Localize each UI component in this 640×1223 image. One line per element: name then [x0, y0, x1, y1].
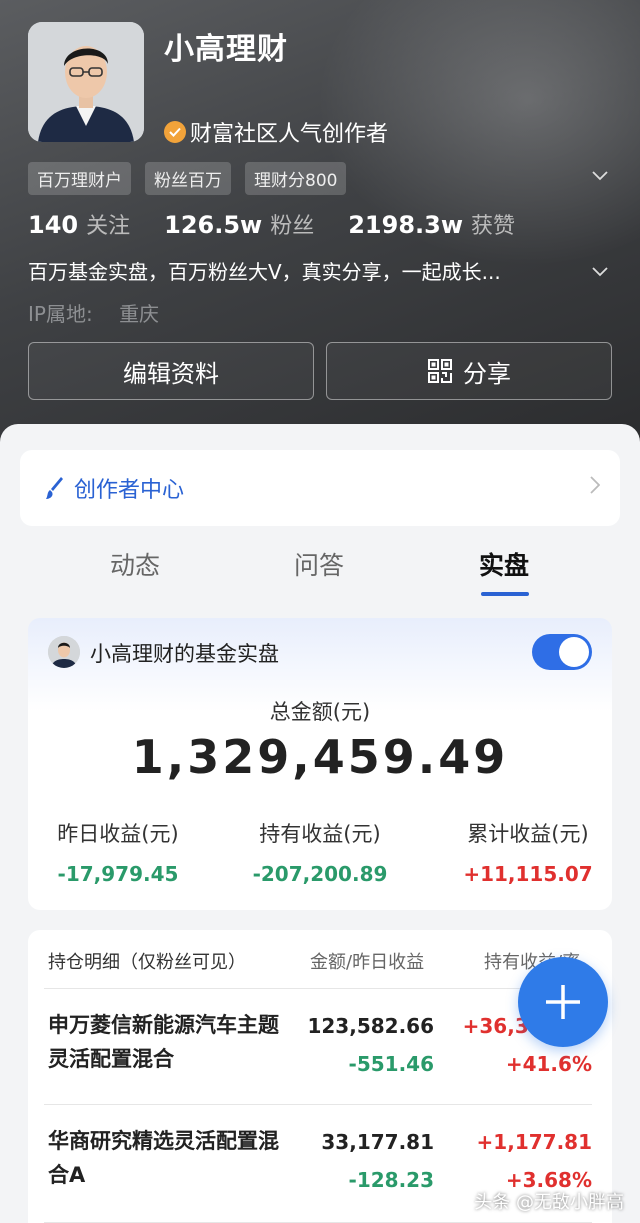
metric-yesterday: 昨日收益(元) -17,979.45 — [48, 818, 188, 886]
fund-amount: 33,177.81 — [321, 1130, 434, 1154]
fund-hold-gain: +1,177.81 — [476, 1130, 592, 1154]
stat-value: 2198.3w — [348, 211, 464, 239]
ip-value: 重庆 — [119, 302, 160, 326]
active-tab-indicator — [481, 592, 529, 596]
metric-value: -207,200.89 — [252, 862, 388, 886]
profile-stats: 140 关注 126.5w 粉丝 2198.3w 获赞 — [28, 208, 549, 240]
metric-label: 昨日收益(元) — [57, 822, 179, 846]
holdings-header-amount: 金额/昨日收益 — [310, 952, 425, 973]
portfolio-summary-card: 小高理财的基金实盘 总金额(元) 1,329,459.49 昨日收益(元) -1… — [28, 618, 612, 910]
divider — [44, 988, 592, 989]
profile-header: 小高理财 财富社区人气创作者 百万理财户 粉丝百万 理财分800 140 关注 … — [0, 0, 640, 470]
share-label: 分享 — [463, 359, 511, 388]
qr-code-icon — [427, 358, 453, 384]
brush-icon — [46, 476, 64, 500]
total-amount-value: 1,329,459.49 — [131, 730, 509, 784]
portfolio-title: 小高理财的基金实盘 — [90, 642, 279, 666]
fund-hold-rate: +41.6% — [505, 1052, 592, 1076]
creator-center-label: 创作者中心 — [74, 478, 185, 503]
metric-label: 累计收益(元) — [467, 822, 589, 846]
stat-value: 140 — [28, 211, 79, 239]
fund-day-gain: -128.23 — [348, 1168, 434, 1192]
profile-bio[interactable]: 百万基金实盘，百万粉丝大V，真实分享，一起成长... — [28, 256, 501, 285]
metric-label: 持有收益(元) — [259, 822, 381, 846]
fund-name: 华商研究精选灵活配置混合A — [48, 1129, 279, 1187]
metric-cumulative: 累计收益(元) +11,115.07 — [458, 818, 598, 886]
share-button[interactable]: 分享 — [326, 342, 612, 400]
tags-expand-chevron-icon[interactable] — [592, 166, 608, 185]
watermark: 头条 @无敌小胖高 — [474, 1192, 624, 1213]
verified-check-icon — [164, 121, 186, 143]
profile-tabs: 动态 问答 实盘 — [0, 544, 640, 600]
stat-value: 126.5w — [164, 211, 263, 239]
edit-profile-label: 编辑资料 — [123, 359, 219, 388]
tab-dynamics[interactable]: 动态 — [110, 546, 160, 582]
holdings-card: 持仓明细（仅粉丝可见） 金额/昨日收益 持有收益/率 申万菱信新能源汽车主题灵活… — [28, 930, 612, 1223]
profile-tag[interactable]: 粉丝百万 — [145, 162, 231, 195]
profile-avatar[interactable] — [28, 22, 144, 142]
metric-holding: 持有收益(元) -207,200.89 — [250, 818, 390, 886]
verified-badge[interactable]: 财富社区人气创作者 — [164, 116, 388, 148]
tab-portfolio[interactable]: 实盘 — [479, 546, 529, 582]
divider — [44, 1104, 592, 1105]
stat-label: 关注 — [86, 214, 131, 239]
stat-label: 粉丝 — [270, 214, 315, 239]
tab-qa[interactable]: 问答 — [294, 546, 344, 582]
metric-value: +11,115.07 — [463, 862, 593, 886]
ip-label: IP属地: — [28, 302, 93, 326]
bio-expand-chevron-icon[interactable] — [592, 262, 608, 281]
verified-text: 财富社区人气创作者 — [190, 122, 389, 147]
portfolio-avatar — [48, 636, 80, 668]
edit-profile-button[interactable]: 编辑资料 — [28, 342, 314, 400]
profile-username: 小高理财 — [164, 32, 288, 67]
stat-following[interactable]: 140 关注 — [28, 208, 130, 240]
content-panel: 创作者中心 动态 问答 实盘 小高理财的基金实盘 总金额(元) 1,329,45… — [0, 424, 640, 1223]
plus-icon — [543, 982, 583, 1022]
portfolio-visibility-toggle[interactable] — [532, 634, 592, 670]
ip-location: IP属地: 重庆 — [28, 298, 179, 327]
profile-tags: 百万理财户 粉丝百万 理财分800 — [28, 162, 347, 195]
stat-likes[interactable]: 2198.3w 获赞 — [348, 208, 515, 240]
profile-tag[interactable]: 理财分800 — [245, 162, 347, 195]
chevron-right-icon — [590, 476, 601, 498]
stat-label: 获赞 — [471, 214, 516, 239]
fund-name: 申万菱信新能源汽车主题灵活配置混合 — [48, 1013, 279, 1071]
creator-center-entry[interactable]: 创作者中心 — [20, 450, 620, 526]
add-fab-button[interactable] — [518, 957, 608, 1047]
fund-day-gain: -551.46 — [348, 1052, 434, 1076]
stat-followers[interactable]: 126.5w 粉丝 — [164, 208, 314, 240]
holdings-header-title: 持仓明细（仅粉丝可见） — [48, 952, 246, 973]
total-amount-label: 总金额(元) — [269, 700, 371, 724]
fund-amount: 123,582.66 — [307, 1014, 434, 1038]
profile-tag[interactable]: 百万理财户 — [28, 162, 131, 195]
metric-value: -17,979.45 — [57, 862, 179, 886]
